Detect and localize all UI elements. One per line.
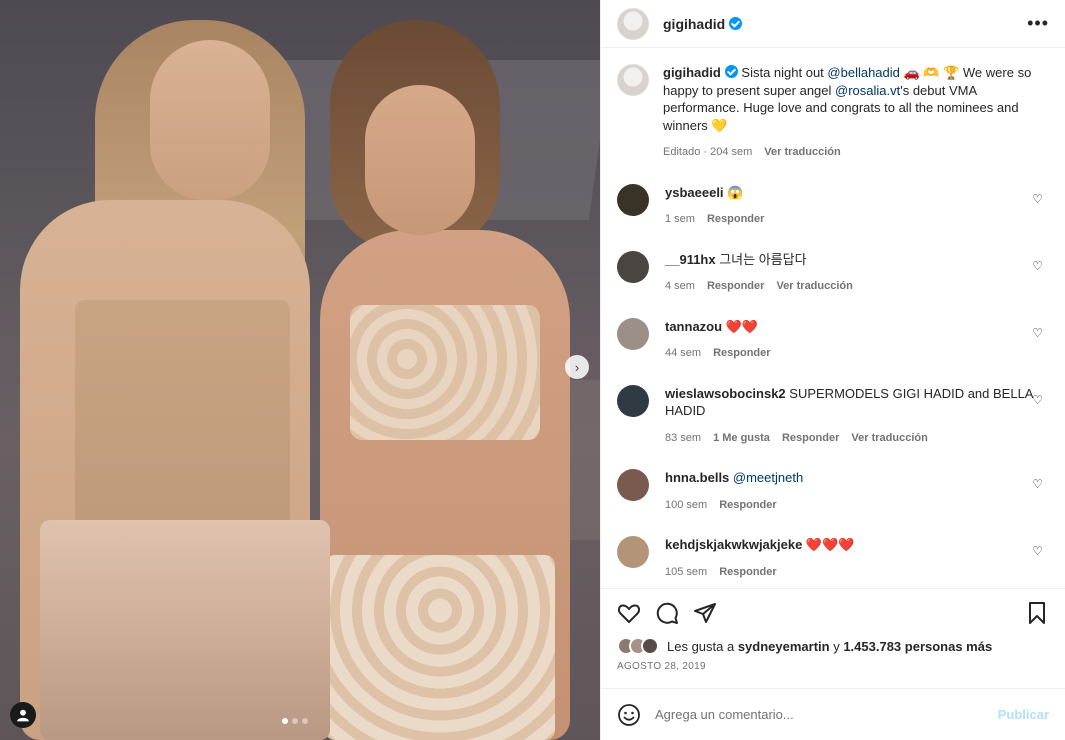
user-icon: [17, 709, 29, 722]
verified-badge-icon: [724, 65, 738, 78]
avatar[interactable]: [617, 250, 649, 283]
see-translation-link[interactable]: Ver traducción: [764, 144, 840, 162]
comment-time: 83 sem: [665, 431, 702, 444]
comment-text: ❤️❤️: [722, 318, 759, 334]
comment-text: 그녀는 아름답다: [715, 251, 807, 267]
comment-text: ❤️❤️❤️: [802, 537, 855, 552]
comment-username[interactable]: ysbaeeeli: [665, 185, 724, 200]
verified-badge-icon: [729, 17, 743, 30]
likes-prefix: Les gusta a: [667, 638, 738, 654]
next-slide-button[interactable]: ›: [565, 355, 589, 379]
avatar[interactable]: [617, 183, 649, 216]
reply-button[interactable]: Responder: [707, 278, 764, 296]
chevron-right-icon: ›: [574, 359, 580, 375]
comment-item: __911hx 그녀는 아름답다 4 sem Responder Ver tra…: [617, 250, 1049, 296]
comment-like-heart-icon[interactable]: ♡: [1032, 192, 1043, 206]
avatar[interactable]: [617, 7, 649, 40]
likes-middle: y: [829, 638, 844, 654]
bookmark-icon[interactable]: [1025, 601, 1049, 625]
mention-link[interactable]: @bellahadid: [827, 65, 899, 80]
reply-button[interactable]: Responder: [719, 564, 776, 582]
post-author-username[interactable]: gigihadid: [663, 16, 725, 32]
person-right-top: [350, 305, 540, 440]
see-translation-link[interactable]: Ver traducción: [776, 278, 852, 296]
comment-time: 44 sem: [665, 347, 702, 359]
reply-button[interactable]: Responder: [719, 497, 776, 515]
post-date: AGOSTO 28, 2019: [617, 661, 706, 672]
carousel-dot: [292, 718, 298, 724]
person-left-top: [75, 300, 290, 540]
comment-like-heart-icon[interactable]: ♡: [1032, 259, 1043, 273]
person-left-pants: [40, 520, 330, 740]
publish-button[interactable]: Publicar: [998, 707, 1049, 722]
comment-like-heart-icon[interactable]: ♡: [1032, 393, 1043, 407]
comment-like-heart-icon[interactable]: ♡: [1032, 544, 1043, 558]
comment-like-heart-icon[interactable]: ♡: [1032, 326, 1043, 340]
avatar[interactable]: [617, 536, 649, 568]
likes-summary: Les gusta a sydneyemartin y 1.453.783 pe…: [617, 637, 1049, 655]
carousel-dot: [282, 718, 288, 724]
liker-username[interactable]: sydneyemartin: [738, 639, 830, 654]
edited-timestamp: Editado · 204 sem: [663, 146, 753, 158]
likes-count[interactable]: 1.453.783 personas más: [843, 639, 992, 654]
share-icon[interactable]: [693, 601, 717, 625]
caption: gigihadid Sista night out @bellahadid 🚗 …: [617, 64, 1049, 162]
comment-username[interactable]: kehdjskjakwkwjakjeke: [665, 537, 802, 552]
person-right-face: [365, 85, 475, 235]
comment-text: 😱: [723, 184, 744, 200]
comment-input[interactable]: [655, 707, 998, 722]
carousel-dot: [302, 718, 308, 724]
person-left-face: [150, 40, 270, 200]
comment-text: @meetjneth: [729, 470, 804, 485]
comment-time: 100 sem: [665, 498, 708, 511]
comment-username[interactable]: __911hx: [665, 252, 716, 267]
person-right-skirt: [325, 555, 555, 740]
avatar[interactable]: [617, 317, 649, 350]
like-heart-icon[interactable]: [617, 601, 641, 625]
comment-like-heart-icon[interactable]: ♡: [1032, 477, 1043, 491]
reply-button[interactable]: Responder: [713, 345, 770, 363]
post-side-panel: gigihadid ••• gigihadid Sista night out …: [600, 0, 1065, 740]
post-viewer: › gigihadid ••• gigihadid Sista night ou…: [0, 0, 1065, 740]
comment-time: 4 sem: [665, 280, 695, 292]
mention-link[interactable]: @rosalia.vt: [835, 83, 900, 98]
comment-time: 105 sem: [665, 565, 708, 578]
comment-icon[interactable]: [655, 601, 679, 625]
comments-list[interactable]: gigihadid Sista night out @bellahadid 🚗 …: [601, 48, 1065, 588]
comment-item: hnna.bells @meetjneth 100 sem Responder …: [617, 469, 1049, 514]
reply-button[interactable]: Responder: [782, 430, 839, 448]
caption-text: Sista night out: [741, 65, 828, 80]
post-image[interactable]: ›: [0, 0, 600, 740]
avatar[interactable]: [617, 384, 649, 417]
caption-username[interactable]: gigihadid: [663, 65, 721, 80]
more-horizontal-icon[interactable]: •••: [1027, 13, 1049, 34]
carousel-indicator: [282, 718, 308, 724]
comment-item: wieslawsobocinsk2 SUPERMODELS GIGI HADID…: [617, 384, 1049, 448]
comment-item: kehdjskjakwkwjakjeke ❤️❤️❤️ 105 sem Resp…: [617, 536, 1049, 581]
avatar[interactable]: [617, 469, 649, 501]
add-comment-bar: Publicar: [601, 688, 1065, 740]
avatar[interactable]: [617, 64, 649, 96]
emoji-icon[interactable]: [617, 703, 641, 727]
comment-item: tannazou ❤️❤️ 44 sem Responder ♡: [617, 317, 1049, 363]
post-header: gigihadid •••: [601, 0, 1065, 48]
comment-username[interactable]: tannazou: [665, 319, 722, 334]
comment-time: 1 sem: [665, 213, 695, 225]
comment-username[interactable]: hnna.bells: [665, 470, 729, 485]
comment-likes[interactable]: 1 Me gusta: [713, 430, 770, 448]
avatar: [641, 637, 659, 655]
see-translation-link[interactable]: Ver traducción: [851, 430, 927, 448]
comment-username[interactable]: wieslawsobocinsk2: [665, 386, 786, 401]
post-actions: Les gusta a sydneyemartin y 1.453.783 pe…: [601, 588, 1065, 688]
comment-item: ysbaeeeli 😱 1 sem Responder ♡: [617, 183, 1049, 229]
reply-button[interactable]: Responder: [707, 211, 764, 229]
tagged-users-button[interactable]: [10, 702, 36, 728]
